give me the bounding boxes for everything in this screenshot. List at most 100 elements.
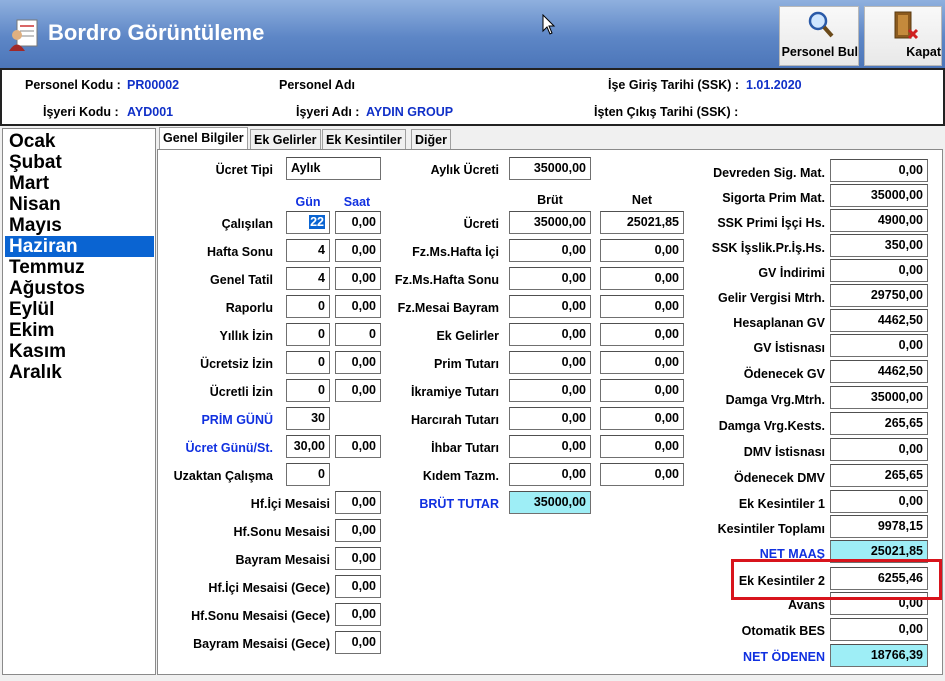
dmv-istisnasi-field[interactable]: 0,00 [830, 438, 928, 461]
brut-tutar-field[interactable]: 35000,00 [509, 491, 591, 514]
fz-ms-hafta-ici-net-field[interactable]: 0,00 [600, 239, 684, 262]
fz-ms-hafta-sonu-brut-field[interactable]: 0,00 [509, 267, 591, 290]
raporlu-saat-field[interactable]: 0,00 [335, 295, 381, 318]
month-item[interactable]: Ağustos [5, 278, 154, 299]
ucretli-izin-label: Ücretli İzin [209, 385, 273, 399]
gelir-vergisi-mtrh-label: Gelir Vergisi Mtrh. [718, 291, 825, 305]
personel-bul-label: Personel Bul [781, 45, 858, 59]
fz-mesai-bayram-net-field[interactable]: 0,00 [600, 295, 684, 318]
damga-vrg-kests-field[interactable]: 265,65 [830, 412, 928, 435]
ek-gelirler-net-field[interactable]: 0,00 [600, 323, 684, 346]
bayram-mesaisi-gece-field[interactable]: 0,00 [335, 631, 381, 654]
tab-ek-gelirler[interactable]: Ek Gelirler [250, 129, 321, 149]
ise-giris-label: İşe Giriş Tarihi (SSK) : [608, 78, 740, 92]
kidem-tazm-brut-field[interactable]: 0,00 [509, 463, 591, 486]
hesaplanan-gv-field[interactable]: 4462,50 [830, 309, 928, 332]
hf-ici-mesaisi-field[interactable]: 0,00 [335, 491, 381, 514]
uzaktan-calisma-field[interactable]: 0 [286, 463, 330, 486]
month-item[interactable]: Ocak [5, 131, 154, 152]
ssk-issizlik-field[interactable]: 350,00 [830, 234, 928, 257]
yillik-izin-label: Yıllık İzin [219, 329, 274, 343]
aylik-ucreti-field[interactable]: 35000,00 [509, 157, 591, 180]
month-item[interactable]: Kasım [5, 341, 154, 362]
payroll-app-icon [8, 18, 40, 52]
hafta-sonu-gun-field[interactable]: 4 [286, 239, 330, 262]
hf-sonu-mesaisi-field[interactable]: 0,00 [335, 519, 381, 542]
ihbar-tutari-brut-field[interactable]: 0,00 [509, 435, 591, 458]
ucret-tipi-label: Ücret Tipi [215, 163, 273, 177]
kesintiler-toplami-field[interactable]: 9978,15 [830, 515, 928, 538]
bayram-mesaisi-field[interactable]: 0,00 [335, 547, 381, 570]
ucreti-brut-field[interactable]: 35000,00 [509, 211, 591, 234]
kidem-tazm-net-field[interactable]: 0,00 [600, 463, 684, 486]
ikramiye-tutari-brut-field[interactable]: 0,00 [509, 379, 591, 402]
isyeri-adi-label: İşyeri Adı : [296, 105, 360, 119]
ikramiye-tutari-net-field[interactable]: 0,00 [600, 379, 684, 402]
hf-sonu-mesaisi-gece-field[interactable]: 0,00 [335, 603, 381, 626]
ucreti-net-field[interactable]: 25021,85 [600, 211, 684, 234]
kidem-tazm-label: Kıdem Tazm. [422, 469, 499, 483]
isyeri-kodu-label: İşyeri Kodu : [43, 105, 119, 119]
month-item[interactable]: Şubat [5, 152, 154, 173]
fz-mesai-bayram-brut-field[interactable]: 0,00 [509, 295, 591, 318]
fz-ms-hafta-sonu-label: Fz.Ms.Hafta Sonu [394, 273, 499, 287]
hf-sonu-mesaisi-label: Hf.Sonu Mesaisi [233, 525, 330, 539]
month-item[interactable]: Nisan [5, 194, 154, 215]
yillik-izin-saat-field[interactable]: 0 [335, 323, 381, 346]
yillik-izin-gun-field[interactable]: 0 [286, 323, 330, 346]
month-item[interactable]: Aralık [5, 362, 154, 383]
hf-ici-mesaisi-gece-field[interactable]: 0,00 [335, 575, 381, 598]
ek-gelirler-brut-field[interactable]: 0,00 [509, 323, 591, 346]
gv-istisnasi-field[interactable]: 0,00 [830, 334, 928, 357]
month-item-selected[interactable]: Haziran [5, 236, 154, 257]
hesaplanan-gv-label: Hesaplanan GV [733, 316, 825, 330]
genel-tatil-saat-field[interactable]: 0,00 [335, 267, 381, 290]
ucretli-izin-saat-field[interactable]: 0,00 [335, 379, 381, 402]
month-item[interactable]: Mart [5, 173, 154, 194]
prim-tutari-brut-field[interactable]: 0,00 [509, 351, 591, 374]
devreden-sig-mat-field[interactable]: 0,00 [830, 159, 928, 182]
otomatik-bes-label: Otomatik BES [741, 624, 825, 638]
ucret-gunu-saat-field[interactable]: 0,00 [335, 435, 381, 458]
ssk-primi-isci-field[interactable]: 4900,00 [830, 209, 928, 232]
calisilan-gun-field[interactable]: 22 [286, 211, 330, 234]
genel-tatil-gun-field[interactable]: 4 [286, 267, 330, 290]
calisilan-saat-field[interactable]: 0,00 [335, 211, 381, 234]
odenecek-gv-field[interactable]: 4462,50 [830, 360, 928, 383]
tab-diger[interactable]: Diğer [411, 129, 451, 149]
ucretsiz-izin-saat-field[interactable]: 0,00 [335, 351, 381, 374]
ek-kesintiler-1-field[interactable]: 0,00 [830, 490, 928, 513]
ucretli-izin-gun-field[interactable]: 0 [286, 379, 330, 402]
damga-vrg-mtrh-field[interactable]: 35000,00 [830, 386, 928, 409]
tab-ek-kesintiler[interactable]: Ek Kesintiler [322, 129, 406, 149]
prim-gunu-field[interactable]: 30 [286, 407, 330, 430]
harcirah-tutari-net-field[interactable]: 0,00 [600, 407, 684, 430]
fz-ms-hafta-sonu-net-field[interactable]: 0,00 [600, 267, 684, 290]
ucretsiz-izin-gun-field[interactable]: 0 [286, 351, 330, 374]
ihbar-tutari-net-field[interactable]: 0,00 [600, 435, 684, 458]
tab-genel-bilgiler[interactable]: Genel Bilgiler [159, 127, 248, 150]
month-list[interactable]: Ocak Şubat Mart Nisan Mayıs Haziran Temm… [2, 128, 156, 675]
hafta-sonu-saat-field[interactable]: 0,00 [335, 239, 381, 262]
sigorta-prim-mat-field[interactable]: 35000,00 [830, 184, 928, 207]
gelir-vergisi-mtrh-field[interactable]: 29750,00 [830, 284, 928, 307]
personel-bul-button[interactable]: Personel Bul [779, 6, 859, 66]
ihbar-tutari-label: İhbar Tutarı [431, 441, 499, 455]
net-odenen-field[interactable]: 18766,39 [830, 644, 928, 667]
bayram-mesaisi-label: Bayram Mesaisi [235, 553, 330, 567]
gv-indirimi-field[interactable]: 0,00 [830, 259, 928, 282]
kapat-button[interactable]: Kapat [864, 6, 942, 66]
month-item[interactable]: Eylül [5, 299, 154, 320]
ucret-gunu-field[interactable]: 30,00 [286, 435, 330, 458]
month-item[interactable]: Mayıs [5, 215, 154, 236]
month-item[interactable]: Ekim [5, 320, 154, 341]
calisilan-gun-value: 22 [309, 215, 325, 229]
ucret-tipi-field[interactable]: Aylık [286, 157, 381, 180]
harcirah-tutari-brut-field[interactable]: 0,00 [509, 407, 591, 430]
raporlu-gun-field[interactable]: 0 [286, 295, 330, 318]
fz-ms-hafta-ici-brut-field[interactable]: 0,00 [509, 239, 591, 262]
prim-tutari-net-field[interactable]: 0,00 [600, 351, 684, 374]
month-item[interactable]: Temmuz [5, 257, 154, 278]
otomatik-bes-field[interactable]: 0,00 [830, 618, 928, 641]
odenecek-dmv-field[interactable]: 265,65 [830, 464, 928, 487]
